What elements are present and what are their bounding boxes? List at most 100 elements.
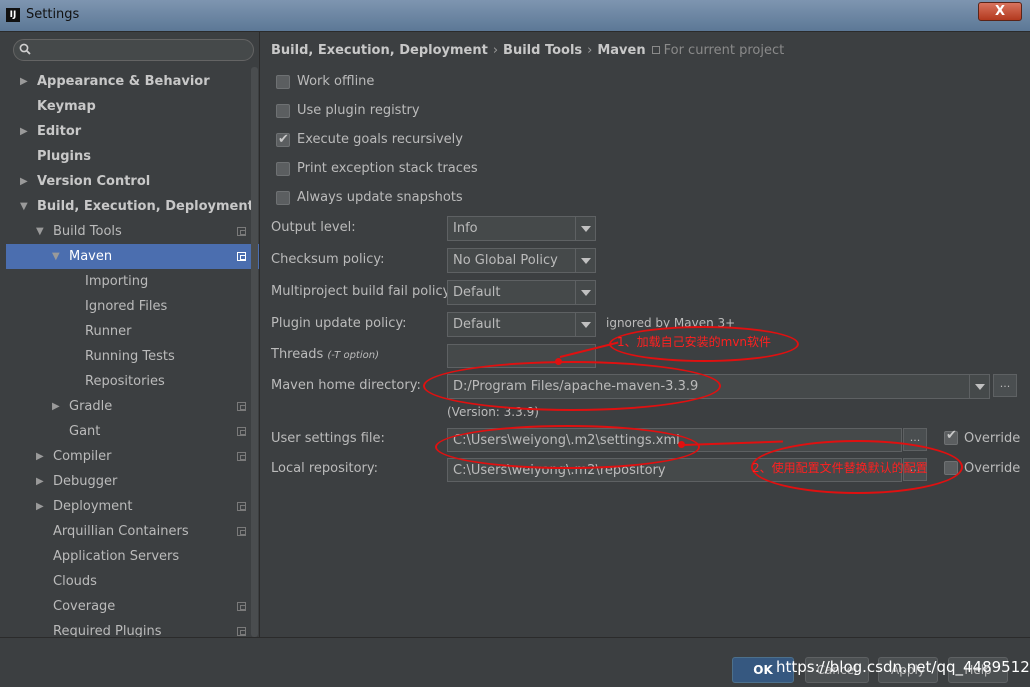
collapse-arrow-icon[interactable]: ▶ <box>20 119 28 144</box>
user-settings-override-label: Override <box>964 431 1021 446</box>
search-icon <box>19 43 31 55</box>
sidebar-item-label: Editor <box>37 124 82 139</box>
output-level-value: Info <box>453 221 478 236</box>
checksum-policy-value: No Global Policy <box>453 253 558 268</box>
checkbox[interactable] <box>276 104 290 118</box>
sidebar-item-editor[interactable]: ▶ Editor <box>6 119 259 144</box>
window-close-button[interactable]: X <box>978 2 1022 21</box>
checkbox[interactable] <box>276 130 290 150</box>
sidebar-scrollbar[interactable] <box>251 67 258 637</box>
breadcrumb-separator: › <box>492 43 499 58</box>
breadcrumb-item-build[interactable]: Build, Execution, Deployment <box>271 43 488 58</box>
sidebar-item-compiler[interactable]: ▶ Compiler <box>6 444 259 469</box>
chevron-down-icon <box>575 217 595 240</box>
sidebar-item-arquillian-containers[interactable]: Arquillian Containers <box>6 519 259 544</box>
annotation-note-2: 2、使用配置文件替换默认的配置 <box>752 461 928 475</box>
sidebar-item-appearance-behavior[interactable]: ▶ Appearance & Behavior <box>6 69 259 94</box>
sidebar-item-version-control[interactable]: ▶ Version Control <box>6 169 259 194</box>
sidebar-item-clouds[interactable]: Clouds <box>6 569 259 594</box>
expand-arrow-icon[interactable]: ▼ <box>20 194 28 219</box>
maven-home-browse-button[interactable]: ... <box>993 374 1017 397</box>
threads-hint: (-T option) <box>327 350 379 361</box>
collapse-arrow-icon[interactable]: ▶ <box>36 469 44 494</box>
multiproject-fail-policy-value: Default <box>453 285 501 300</box>
checkbox-label: Always update snapshots <box>297 190 463 205</box>
collapse-arrow-icon[interactable]: ▶ <box>20 169 28 194</box>
collapse-arrow-icon[interactable]: ▶ <box>20 69 28 94</box>
output-level-label: Output level: <box>271 220 356 235</box>
expand-arrow-icon[interactable]: ▼ <box>36 219 44 244</box>
sidebar-item-label: Plugins <box>37 149 91 164</box>
sidebar-item-debugger[interactable]: ▶ Debugger <box>6 469 259 494</box>
sidebar-item-plugins[interactable]: Plugins <box>6 144 259 169</box>
sidebar-item-gradle[interactable]: ▶ Gradle <box>6 394 259 419</box>
sidebar-item-required-plugins[interactable]: Required Plugins <box>6 619 259 637</box>
collapse-arrow-icon[interactable]: ▶ <box>36 444 44 469</box>
sidebar-item-label: Version Control <box>37 174 151 189</box>
breadcrumb: Build, Execution, Deployment › Build Tools… <box>271 43 784 58</box>
sidebar-item-label: Keymap <box>37 99 96 114</box>
sidebar-item-label: Required Plugins <box>53 624 162 637</box>
sidebar-item-deployment[interactable]: ▶ Deployment <box>6 494 259 519</box>
breadcrumb-item-build-tools[interactable]: Build Tools <box>503 43 582 58</box>
sidebar-item-label: Application Servers <box>53 549 180 564</box>
sidebar-item-coverage[interactable]: Coverage <box>6 594 259 619</box>
project-scope-icon <box>237 627 246 636</box>
sidebar-item-build-execution-deployment[interactable]: ▼ Build, Execution, Deployment <box>6 194 259 219</box>
checkbox[interactable] <box>276 162 290 176</box>
sidebar-item-label: Gant <box>69 424 101 439</box>
chevron-down-icon <box>575 281 595 304</box>
sidebar-item-running-tests[interactable]: Running Tests <box>6 344 259 369</box>
sidebar-item-label: Arquillian Containers <box>53 524 189 539</box>
sidebar-item-label: Debugger <box>53 474 118 489</box>
collapse-arrow-icon[interactable]: ▶ <box>36 494 44 519</box>
sidebar-item-runner[interactable]: Runner <box>6 319 259 344</box>
plugin-update-policy-select[interactable]: Default <box>447 312 596 337</box>
output-level-select[interactable]: Info <box>447 216 596 241</box>
sidebar-item-label: Appearance & Behavior <box>37 74 210 89</box>
sidebar-item-label: Importing <box>85 274 149 289</box>
local-repository-label: Local repository: <box>271 461 378 476</box>
chevron-down-icon <box>969 375 989 398</box>
sidebar-item-label: Gradle <box>69 399 113 414</box>
sidebar-item-build-tools[interactable]: ▼ Build Tools <box>6 219 259 244</box>
annotation-ellipse <box>423 361 721 411</box>
project-scope-icon <box>237 252 246 261</box>
project-scope-icon <box>237 527 246 536</box>
settings-search-input[interactable] <box>13 39 254 61</box>
checksum-policy-select[interactable]: No Global Policy <box>447 248 596 273</box>
sidebar-item-repositories[interactable]: Repositories <box>6 369 259 394</box>
sidebar-item-importing[interactable]: Importing <box>6 269 259 294</box>
sidebar-item-label: Running Tests <box>85 349 175 364</box>
project-scope-icon <box>237 402 246 411</box>
chevron-down-icon <box>575 249 595 272</box>
sidebar-item-ignored-files[interactable]: Ignored Files <box>6 294 259 319</box>
user-settings-override-checkbox[interactable] <box>944 428 958 445</box>
collapse-arrow-icon[interactable]: ▶ <box>52 394 60 419</box>
project-scope-icon <box>237 602 246 611</box>
local-repository-override-label: Override <box>964 461 1021 476</box>
sidebar-item-label: Coverage <box>53 599 116 614</box>
sidebar-item-label: Deployment <box>53 499 133 514</box>
sidebar-item-label: Clouds <box>53 574 97 589</box>
sidebar-item-keymap[interactable]: Keymap <box>6 94 259 119</box>
plugin-update-policy-label: Plugin update policy: <box>271 316 407 331</box>
sidebar-item-gant[interactable]: Gant <box>6 419 259 444</box>
threads-label-text: Threads <box>271 347 324 362</box>
user-settings-label: User settings file: <box>271 431 385 446</box>
sidebar-item-maven[interactable]: ▼ Maven <box>6 244 259 269</box>
annotation-ellipse <box>435 425 700 469</box>
expand-arrow-icon[interactable]: ▼ <box>52 244 60 269</box>
sidebar-item-label: Compiler <box>53 449 112 464</box>
watermark-url: https://blog.csdn.net/qq_44895127 <box>776 658 1030 676</box>
checkbox[interactable] <box>276 75 290 89</box>
checksum-policy-label: Checksum policy: <box>271 252 385 267</box>
scope-note: For current project <box>651 43 784 58</box>
annotation-dot <box>555 358 562 365</box>
checkbox-label: Execute goals recursively <box>297 132 463 147</box>
checkbox[interactable] <box>276 191 290 205</box>
sidebar-item-application-servers[interactable]: Application Servers <box>6 544 259 569</box>
multiproject-fail-policy-select[interactable]: Default <box>447 280 596 305</box>
threads-label: Threads (-T option) <box>271 347 379 362</box>
sidebar-item-label: Build Tools <box>53 224 122 239</box>
